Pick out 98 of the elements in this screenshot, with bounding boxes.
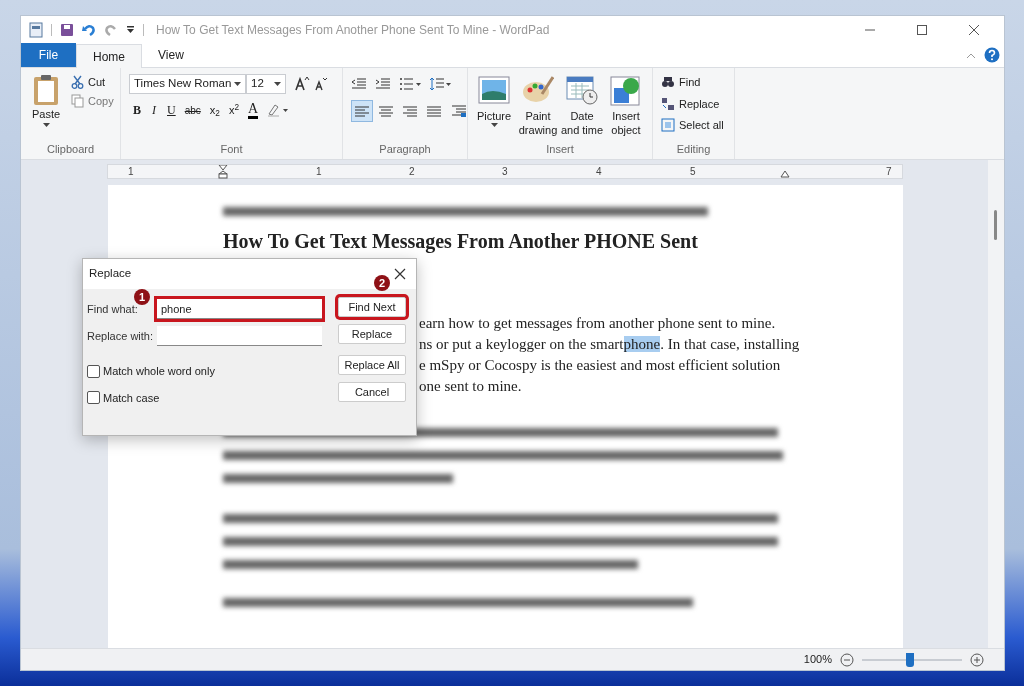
superscript-button[interactable]: x$^{2}$	[228, 101, 239, 119]
select-all-icon	[661, 118, 675, 133]
insert-object-button[interactable]: Insert object	[604, 74, 648, 141]
body-text-line: one sent to mine.	[419, 377, 523, 396]
paste-button[interactable]: Paste	[25, 74, 67, 141]
copy-button[interactable]: Copy	[71, 92, 114, 109]
document-icon	[29, 21, 43, 38]
dropdown-icon[interactable]	[126, 24, 135, 35]
binoculars-icon	[661, 75, 675, 90]
checkbox[interactable]	[87, 364, 100, 378]
step-number-badge: 2	[374, 275, 390, 291]
select-button[interactable]: Select all	[661, 117, 724, 134]
zoom-slider[interactable]	[862, 652, 962, 667]
group-label: Editing	[675, 142, 712, 157]
group-label: Font	[219, 142, 244, 157]
dialog-button[interactable]: Replace All	[338, 355, 406, 375]
bullet-list-icon[interactable]	[399, 77, 421, 91]
find-button[interactable]: Find	[661, 74, 724, 91]
dialog-title: Replace	[89, 266, 132, 282]
bold-button[interactable]: B	[133, 101, 141, 119]
align-justify-icon	[426, 104, 442, 118]
scrollbar-thumb[interactable]	[994, 210, 997, 240]
highlighter-icon[interactable]	[267, 103, 290, 117]
italic-button[interactable]: I	[150, 101, 158, 119]
group-label: Paragraph	[378, 142, 432, 157]
field-label: Replace with:	[87, 328, 155, 344]
align-left-button[interactable]	[351, 100, 373, 122]
redo-icon[interactable]	[104, 22, 118, 37]
zoom-percentage: 100%	[803, 652, 832, 668]
ruler-number: 4	[596, 165, 602, 178]
caret-icon	[274, 81, 281, 87]
collapse-ribbon-icon[interactable]	[966, 52, 976, 60]
underline-button[interactable]: U	[167, 101, 176, 119]
scissors-icon	[71, 75, 84, 90]
replace-icon	[661, 96, 675, 111]
cut-button[interactable]: Cut	[71, 74, 114, 91]
undo-icon[interactable]	[82, 22, 96, 37]
caret-icon	[42, 122, 50, 128]
shrink-font-icon[interactable]	[314, 76, 328, 92]
replace-with-field[interactable]	[157, 326, 322, 346]
line-spacing-icon[interactable]	[429, 77, 451, 91]
object-icon	[610, 74, 642, 106]
right-indent-marker-icon[interactable]	[780, 170, 790, 178]
ruler-number: 7	[886, 165, 892, 178]
body-text-line: ns or put a keylogger on the smartphone. In that case, installing	[419, 335, 800, 354]
checkbox-option[interactable]: Match whole word only	[87, 363, 332, 380]
copy-icon	[71, 93, 84, 108]
insert-picture-button[interactable]: Picture	[472, 74, 516, 141]
dialog-button[interactable]: Cancel	[338, 382, 406, 402]
ruler-number: 5	[690, 165, 696, 178]
picture-icon	[478, 74, 510, 106]
clipboard-icon	[33, 74, 59, 106]
help-icon[interactable]	[984, 47, 1000, 63]
checkbox[interactable]	[87, 391, 100, 405]
vertical-scrollbar[interactable]	[988, 160, 1004, 648]
ruler-number: 1	[316, 165, 322, 178]
group-label: Clipboard	[45, 142, 96, 157]
group-label: Insert	[545, 142, 575, 157]
zoom-out-icon[interactable]	[840, 652, 854, 667]
insert-paint-button[interactable]: Paint drawing	[516, 74, 560, 141]
ribbon-tab[interactable]: Home	[76, 44, 142, 68]
dialog-button[interactable]: Replace	[338, 324, 406, 344]
ruler-number: 1	[128, 165, 134, 178]
align-right-icon	[402, 104, 418, 118]
indent-marker-icon[interactable]	[218, 165, 228, 179]
window-title: How To Get Text Messages From Another Phone Sent To Mine - WordPad	[156, 21, 550, 39]
maximize-icon[interactable]	[916, 23, 928, 36]
document-heading: How To Get Text Messages From Another PHONE Sent	[223, 229, 698, 253]
file-menu-button[interactable]: File	[21, 43, 76, 67]
ribbon-tab[interactable]: View	[142, 43, 200, 67]
font-name-dropdown[interactable]: Times New Roman	[129, 74, 246, 94]
ruler-number: 3	[502, 165, 508, 178]
grow-font-icon[interactable]	[294, 76, 310, 92]
paragraph-settings-icon[interactable]	[451, 104, 467, 118]
dialog-button[interactable]: Find Next	[338, 297, 406, 317]
close-icon[interactable]	[394, 268, 406, 280]
font-size-dropdown[interactable]: 12	[246, 74, 286, 94]
strikethrough-button[interactable]: abc	[184, 102, 201, 118]
insert-date-button[interactable]: Date and time	[560, 74, 604, 141]
decrease-indent-icon[interactable]	[351, 77, 367, 91]
step-number-badge: 1	[134, 289, 150, 305]
align-left-icon	[354, 104, 370, 118]
ruler-number: 2	[409, 165, 415, 178]
slider-thumb[interactable]	[906, 652, 915, 667]
subscript-button[interactable]: x$_{2}$	[209, 101, 220, 119]
body-text-line: e mSpy or Cocospy is the easiest and most efficient solution	[419, 356, 782, 375]
caret-icon	[234, 81, 241, 87]
align-center-icon	[378, 104, 394, 118]
increase-indent-icon[interactable]	[375, 77, 391, 91]
font-color-button[interactable]: A	[248, 101, 259, 119]
zoom-in-icon[interactable]	[970, 652, 984, 667]
replace-button[interactable]: Replace	[661, 95, 724, 112]
date-icon	[566, 74, 598, 106]
body-text-line: earn how to get messages from another phone sent to mine.	[419, 314, 777, 333]
save-icon[interactable]	[60, 22, 74, 37]
find-what-field[interactable]: phone	[157, 299, 322, 319]
close-icon[interactable]	[968, 23, 980, 36]
checkbox-option[interactable]: Match case	[87, 389, 332, 406]
